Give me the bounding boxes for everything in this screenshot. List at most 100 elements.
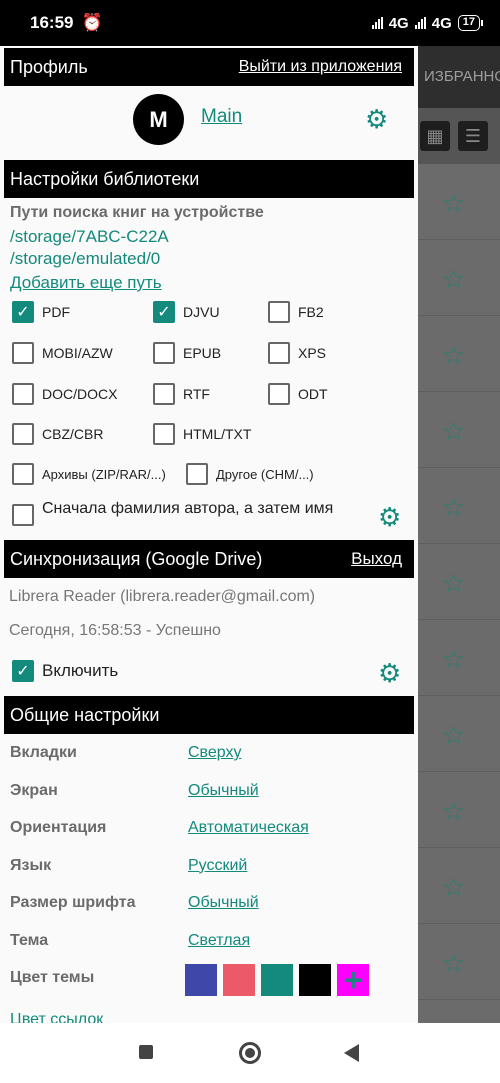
checkbox-fb2[interactable]: FB2 bbox=[268, 301, 324, 323]
checkbox-pdf[interactable]: ✓ PDF bbox=[12, 301, 70, 323]
signal-icon bbox=[371, 17, 383, 29]
checkbox-label: DJVU bbox=[183, 304, 220, 320]
checkbox-html[interactable]: HTML/TXT bbox=[153, 423, 251, 445]
setting-label: Цвет темы bbox=[10, 969, 95, 986]
list-item[interactable]: ☆ bbox=[418, 772, 500, 848]
checkbox-label: MOBI/AZW bbox=[42, 345, 113, 361]
search-paths-title: Пути поиска книг на устройстве bbox=[10, 204, 264, 221]
setting-label: Тема bbox=[10, 931, 49, 949]
checkbox-label: RTF bbox=[183, 386, 210, 402]
star-icon[interactable]: ☆ bbox=[442, 948, 465, 979]
checkbox-xps[interactable]: XPS bbox=[268, 342, 326, 364]
grid-view-icon[interactable]: ▦ bbox=[420, 121, 450, 151]
setting-orientation: Ориентация Автоматическая bbox=[0, 811, 418, 849]
star-icon[interactable]: ☆ bbox=[442, 340, 465, 371]
background-library-view: ИЗБРАННО ▦ ☰ ☆ ☆ ☆ ☆ ☆ ☆ ☆ ☆ ☆ ☆ ☆ ☆ bbox=[418, 46, 500, 1023]
setting-value-link[interactable]: Обычный bbox=[188, 894, 259, 912]
recents-icon[interactable] bbox=[139, 1045, 153, 1059]
home-icon[interactable] bbox=[239, 1042, 261, 1064]
sync-last-status: Сегодня, 16:58:53 - Успешно bbox=[9, 622, 221, 639]
status-time: 16:59 bbox=[30, 13, 74, 32]
search-path[interactable]: /storage/7ABC-C22A bbox=[0, 226, 418, 248]
search-path[interactable]: /storage/emulated/0 bbox=[0, 248, 418, 270]
settings-drawer: Профиль Выйти из приложения M Main ⚙ Нас… bbox=[0, 46, 418, 1023]
list-item[interactable]: ☆ bbox=[418, 316, 500, 392]
star-icon[interactable]: ☆ bbox=[442, 492, 465, 523]
checkbox-djvu[interactable]: ✓ DJVU bbox=[153, 301, 220, 323]
tab-favorites[interactable]: ИЗБРАННО bbox=[418, 46, 500, 108]
avatar[interactable]: M bbox=[133, 94, 184, 145]
checkbox-odt[interactable]: ODT bbox=[268, 383, 328, 405]
sync-header-title: Синхронизация (Google Drive) bbox=[10, 548, 263, 569]
status-bar: 16:59 ⏰ 4G 4G 17 bbox=[0, 0, 500, 46]
setting-value-link[interactable]: Обычный bbox=[188, 782, 259, 800]
checkbox-label: Другое (CHM/...) bbox=[216, 466, 314, 482]
sync-exit-link[interactable]: Выход bbox=[351, 549, 402, 569]
setting-value-link[interactable]: Светлая bbox=[188, 932, 250, 950]
star-icon[interactable]: ☆ bbox=[442, 720, 465, 751]
checkbox-label: Включить bbox=[42, 661, 119, 680]
profile-name-link[interactable]: Main bbox=[201, 106, 242, 128]
sync-header: Синхронизация (Google Drive) Выход bbox=[4, 540, 414, 578]
star-icon[interactable]: ☆ bbox=[442, 568, 465, 599]
sync-gear-icon[interactable]: ⚙ bbox=[378, 660, 401, 686]
list-item[interactable]: ☆ bbox=[418, 240, 500, 316]
list-item[interactable]: ☆ bbox=[418, 848, 500, 924]
network-type-1: 4G bbox=[388, 14, 409, 32]
theme-color-swatch-black[interactable] bbox=[299, 964, 331, 996]
theme-color-swatch-teal[interactable] bbox=[261, 964, 293, 996]
back-icon[interactable] bbox=[344, 1044, 359, 1062]
status-indicators: 4G 4G 17 bbox=[371, 14, 484, 32]
view-toolbar: ▦ ☰ bbox=[418, 108, 500, 164]
setting-screen: Экран Обычный bbox=[0, 774, 418, 812]
star-icon[interactable]: ☆ bbox=[442, 644, 465, 675]
star-icon[interactable]: ☆ bbox=[442, 796, 465, 827]
list-item[interactable]: ☆ bbox=[418, 164, 500, 240]
add-path-link[interactable]: Добавить еще путь bbox=[0, 270, 418, 296]
list-item[interactable]: ☆ bbox=[418, 924, 500, 1000]
checkbox-other[interactable]: Другое (CHM/...) bbox=[186, 463, 314, 485]
status-time-group: 16:59 ⏰ bbox=[30, 13, 103, 33]
checkbox-archives[interactable]: Архивы (ZIP/RAR/...) bbox=[12, 463, 166, 485]
list-item[interactable]: ☆ bbox=[418, 468, 500, 544]
star-icon[interactable]: ☆ bbox=[442, 264, 465, 295]
theme-color-swatch-red[interactable] bbox=[223, 964, 255, 996]
setting-label: Размер шрифта bbox=[10, 894, 136, 911]
setting-tabs: Вкладки Сверху bbox=[0, 736, 418, 774]
network-type-2: 4G bbox=[431, 14, 452, 32]
list-item[interactable]: ☆ bbox=[418, 620, 500, 696]
setting-label: Экран bbox=[10, 781, 58, 799]
list-item[interactable]: ☆ bbox=[418, 1000, 500, 1023]
checkbox-mobi[interactable]: MOBI/AZW bbox=[12, 342, 113, 364]
checkbox-label: Архивы (ZIP/RAR/...) bbox=[42, 466, 166, 482]
list-item[interactable]: ☆ bbox=[418, 544, 500, 620]
theme-color-add-icon[interactable]: + bbox=[337, 964, 369, 996]
library-header: Настройки библиотеки bbox=[4, 160, 414, 198]
list-view-icon[interactable]: ☰ bbox=[458, 121, 488, 151]
logout-link[interactable]: Выйти из приложения bbox=[239, 58, 402, 76]
checkbox-doc[interactable]: DOC/DOCX bbox=[12, 383, 117, 405]
checkbox-author-first[interactable]: Сначала фамилия автора, а затем имя bbox=[12, 500, 352, 526]
checkbox-label: Сначала фамилия автора, а затем имя bbox=[42, 500, 334, 517]
list-item[interactable]: ☆ bbox=[418, 696, 500, 772]
star-icon[interactable]: ☆ bbox=[442, 872, 465, 903]
setting-label: Язык bbox=[10, 856, 52, 874]
list-item[interactable]: ☆ bbox=[418, 392, 500, 468]
setting-value-link[interactable]: Сверху bbox=[188, 744, 242, 762]
star-icon[interactable]: ☆ bbox=[442, 188, 465, 219]
setting-label[interactable]: Цвет ссылок bbox=[10, 1011, 103, 1023]
setting-value-link[interactable]: Автоматическая bbox=[188, 819, 309, 837]
alarm-icon: ⏰ bbox=[81, 13, 103, 32]
star-icon[interactable]: ☆ bbox=[442, 416, 465, 447]
checkbox-label: PDF bbox=[42, 304, 70, 320]
profile-gear-icon[interactable]: ⚙ bbox=[365, 106, 388, 132]
checkbox-epub[interactable]: EPUB bbox=[153, 342, 221, 364]
checkbox-cbz[interactable]: CBZ/CBR bbox=[12, 423, 103, 445]
author-gear-icon[interactable]: ⚙ bbox=[378, 504, 401, 530]
checkbox-rtf[interactable]: RTF bbox=[153, 383, 210, 405]
general-header-title: Общие настройки bbox=[10, 704, 160, 725]
theme-color-swatch-blue[interactable] bbox=[185, 964, 217, 996]
profile-header-title: Профиль bbox=[10, 56, 88, 77]
setting-value-link[interactable]: Русский bbox=[188, 857, 247, 875]
checkbox-sync-enable[interactable]: ✓ Включить bbox=[12, 660, 118, 682]
